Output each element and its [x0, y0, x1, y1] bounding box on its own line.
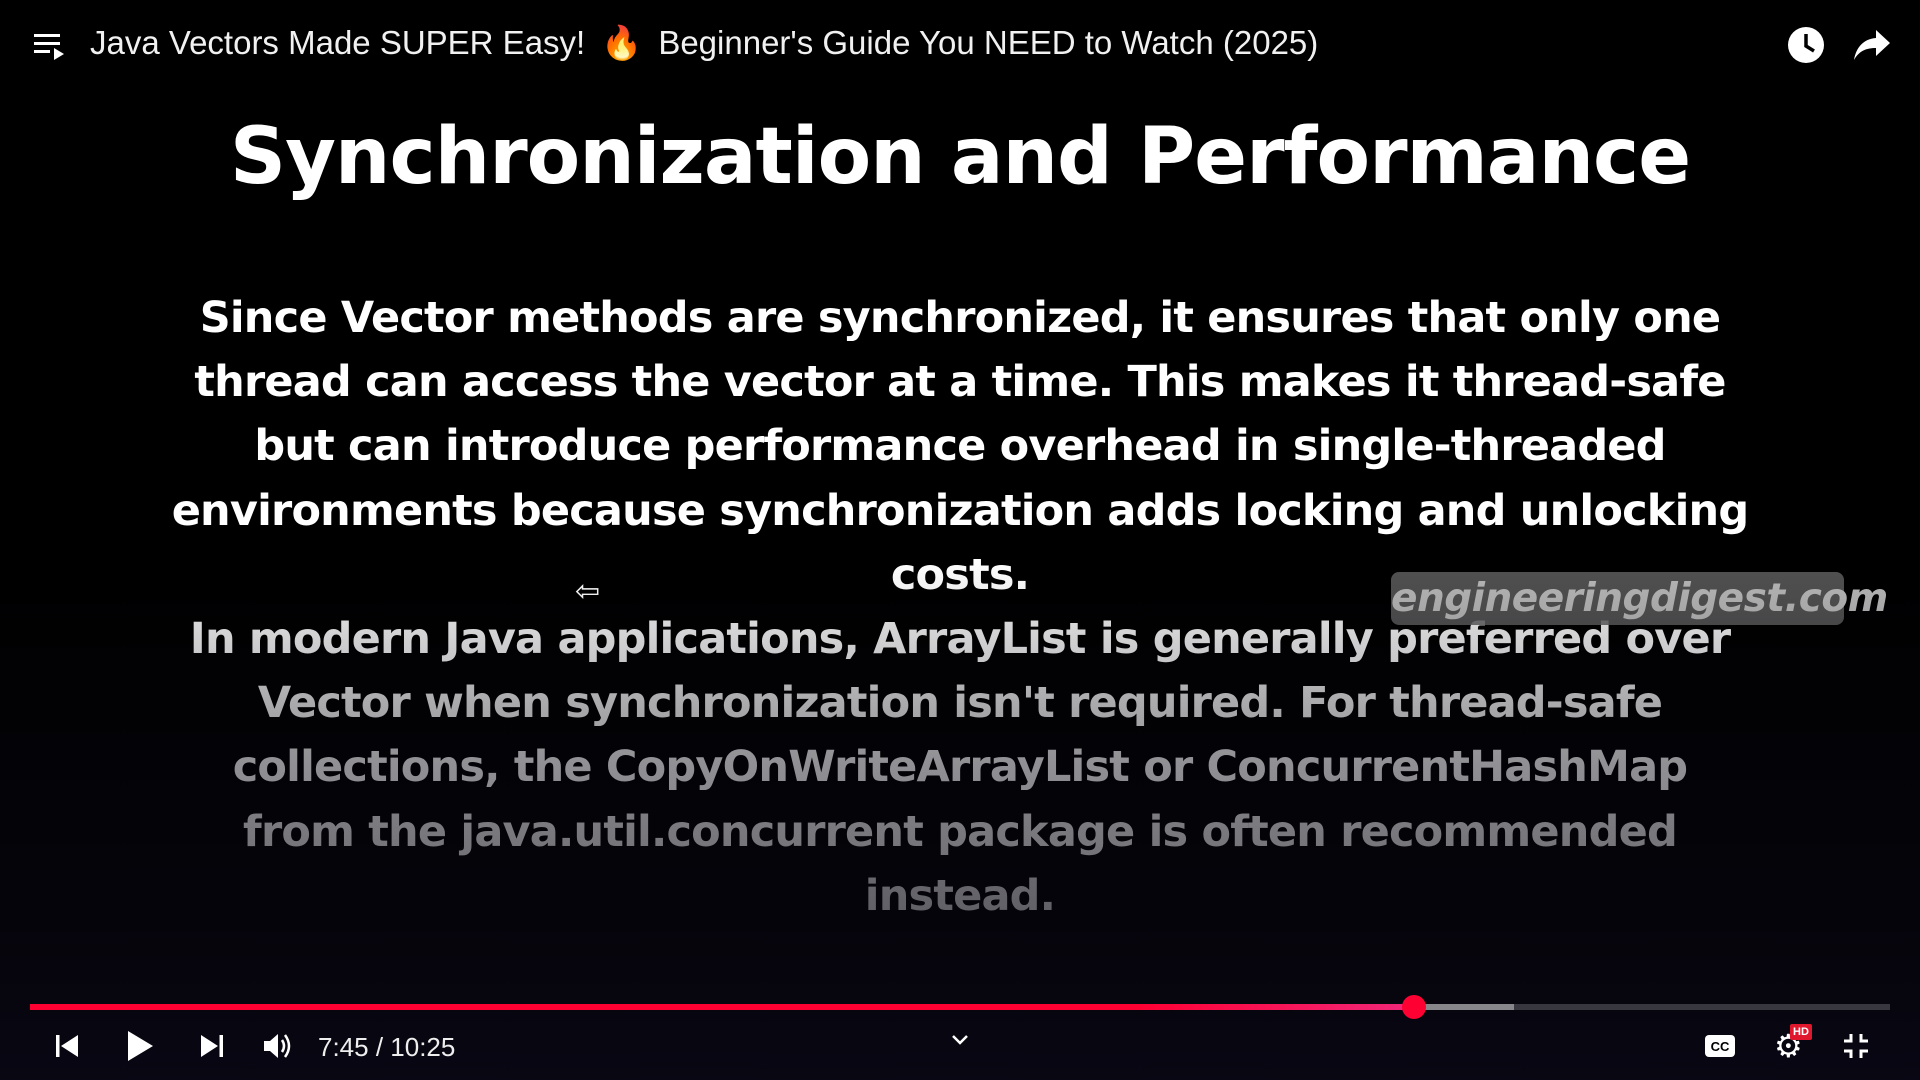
video-title[interactable]: Java Vectors Made SUPER Easy! 🔥 Beginner's…	[90, 24, 1318, 63]
volume-icon	[264, 1034, 291, 1058]
captions-button[interactable]: CC	[1702, 1028, 1738, 1064]
progress-bar[interactable]	[30, 995, 1890, 1019]
mouse-cursor-icon: ⇦	[575, 575, 601, 608]
fire-emoji-icon: 🔥	[601, 24, 643, 61]
play-icon	[128, 1031, 153, 1061]
hd-badge: HD	[1790, 1024, 1812, 1040]
expand-chevron-button[interactable]	[944, 1026, 976, 1054]
scrubber-handle[interactable]	[1401, 995, 1426, 1019]
time-display: 7:45 / 10:25	[318, 1032, 456, 1062]
settings-button[interactable]: ⚙ HD	[1770, 1024, 1814, 1064]
slide-line: collections, the CopyOnWriteArrayList or…	[232, 742, 1688, 793]
watermark: engineeringdigest.com	[1391, 572, 1888, 625]
exit-fullscreen-button[interactable]	[1838, 1028, 1874, 1064]
slide-line: but can introduce performance overhead i…	[254, 421, 1666, 472]
skip-previous-icon	[56, 1035, 78, 1057]
volume-button[interactable]	[260, 1028, 296, 1064]
chevron-down-icon	[952, 1035, 968, 1045]
slide-line: Since Vector methods are synchronized, i…	[199, 293, 1721, 343]
top-bar: Java Vectors Made SUPER Easy! 🔥 Beginner's…	[0, 0, 1920, 90]
slide-line: Vector when synchronization isn't requir…	[257, 678, 1663, 729]
playlist-icon[interactable]	[34, 32, 68, 67]
slide-line: instead.	[864, 870, 1056, 921]
played-bar	[30, 1004, 1414, 1010]
title-part-1: Java Vectors Made SUPER Easy!	[90, 24, 586, 61]
skip-next-icon	[201, 1035, 223, 1057]
exit-fullscreen-icon	[1844, 1034, 1868, 1058]
previous-button[interactable]	[50, 1028, 84, 1064]
next-button[interactable]	[195, 1028, 229, 1064]
share-icon[interactable]	[1852, 26, 1892, 69]
slide-line: thread can access the vector at a time. …	[194, 357, 1726, 408]
slide-heading: Synchronization and Performance	[229, 112, 1691, 202]
cc-icon: CC	[1705, 1035, 1735, 1057]
title-part-2: Beginner's Guide You NEED to Watch (2025…	[658, 24, 1319, 61]
slide-line: from the java.util.concurrent package is…	[243, 806, 1678, 857]
play-button[interactable]	[122, 1028, 158, 1064]
slide-line: environments because synchronization add…	[171, 485, 1749, 536]
watch-later-icon[interactable]	[1786, 25, 1826, 70]
